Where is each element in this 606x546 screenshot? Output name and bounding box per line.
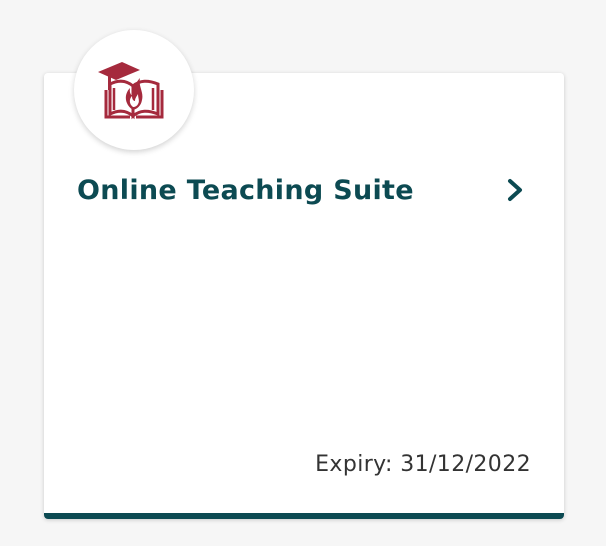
product-title[interactable]: Online Teaching Suite <box>77 175 414 206</box>
expiry-date: Expiry: 31/12/2022 <box>315 452 531 477</box>
chevron-right-icon[interactable] <box>503 178 527 202</box>
card-accent-bar <box>44 513 564 519</box>
book-with-graduation-cap-and-flame-icon <box>98 62 164 120</box>
product-title-row[interactable]: Online Teaching Suite <box>77 168 527 212</box>
product-logo-badge <box>74 30 194 150</box>
